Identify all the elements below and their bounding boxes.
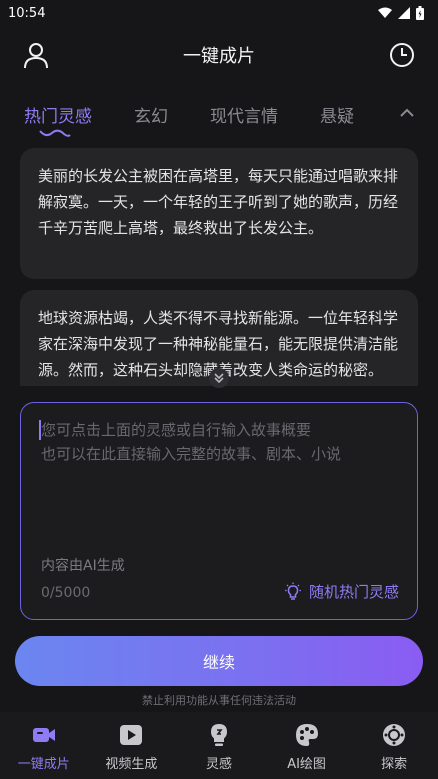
status-bar: 10:54 bbox=[0, 0, 438, 26]
nav-label: AI绘图 bbox=[287, 757, 326, 772]
history-clock-icon[interactable] bbox=[388, 41, 416, 69]
nav-label: 探索 bbox=[381, 757, 408, 772]
chevron-up-icon[interactable] bbox=[398, 104, 416, 122]
nav-ai-drawing[interactable]: AI绘图 bbox=[263, 712, 351, 779]
tab-label: 现代言情 bbox=[210, 106, 278, 127]
user-icon[interactable] bbox=[22, 41, 50, 69]
input-placeholder: 您可点击上面的灵感或自行输入故事概要 也可以在此直接输入完整的故事、剧本、小说 bbox=[41, 421, 342, 463]
lightbulb-icon bbox=[210, 724, 227, 746]
battery-icon bbox=[416, 6, 424, 20]
random-inspiration-label: 随机热门灵感 bbox=[308, 583, 399, 601]
continue-button[interactable]: 继续 bbox=[15, 636, 423, 686]
category-tabs: 热门灵感 玄幻 现代言情 悬疑 bbox=[0, 84, 438, 144]
signal-icon bbox=[398, 7, 410, 19]
disclaimer-text: 禁止利用功能从事任何违法活动 bbox=[142, 694, 296, 707]
page-title: 一键成片 bbox=[183, 46, 255, 67]
wifi-icon bbox=[378, 7, 392, 18]
tab-hot-inspiration[interactable]: 热门灵感 bbox=[24, 102, 92, 137]
bottom-nav: 一键成片 视频生成 灵感 AI绘图 探索 bbox=[0, 712, 438, 779]
video-camera-icon bbox=[32, 728, 55, 742]
nav-one-click-video[interactable]: 一键成片 bbox=[0, 712, 88, 779]
story-card[interactable]: 美丽的长发公主被困在高塔里，每天只能通过唱歌来排解寂寞。一天，一个年轻的王子听到… bbox=[20, 148, 418, 279]
nav-label: 一键成片 bbox=[17, 757, 70, 772]
nav-inspiration[interactable]: 灵感 bbox=[175, 712, 263, 779]
tab-modern-romance[interactable]: 现代言情 bbox=[210, 102, 278, 127]
tab-fantasy[interactable]: 玄幻 bbox=[134, 102, 168, 127]
story-text: 美丽的长发公主被困在高塔里，每天只能通过唱歌来排解寂寞。一天，一个年轻的王子听到… bbox=[38, 167, 399, 237]
tab-mystery[interactable]: 悬疑 bbox=[320, 102, 354, 127]
app-header: 一键成片 bbox=[0, 26, 438, 84]
continue-label: 继续 bbox=[202, 653, 235, 672]
nav-explore[interactable]: 探索 bbox=[350, 712, 438, 779]
char-counter: 0/5000 bbox=[41, 585, 91, 601]
palette-icon bbox=[295, 724, 318, 746]
story-input[interactable]: 您可点击上面的灵感或自行输入故事概要 也可以在此直接输入完整的故事、剧本、小说 … bbox=[20, 402, 418, 620]
inspiration-list: 美丽的长发公主被困在高塔里，每天只能通过唱歌来排解寂寞。一天，一个年轻的王子听到… bbox=[0, 148, 438, 386]
nav-label: 灵感 bbox=[205, 757, 232, 772]
status-time: 10:54 bbox=[8, 5, 46, 21]
lightbulb-icon bbox=[284, 582, 301, 600]
tab-label: 玄幻 bbox=[134, 106, 168, 127]
nav-video-generation[interactable]: 视频生成 bbox=[88, 712, 176, 779]
ai-generated-note: 内容由AI生成 bbox=[41, 558, 125, 574]
compass-icon bbox=[383, 724, 406, 746]
chevron-double-down-icon[interactable] bbox=[208, 367, 230, 389]
random-inspiration-button[interactable]: 随机热门灵感 bbox=[283, 581, 399, 602]
tab-label: 悬疑 bbox=[320, 106, 354, 127]
tab-label: 热门灵感 bbox=[24, 106, 92, 127]
active-tab-indicator bbox=[39, 129, 71, 137]
play-icon bbox=[120, 725, 143, 745]
nav-label: 视频生成 bbox=[105, 757, 158, 772]
status-icons bbox=[378, 6, 424, 20]
